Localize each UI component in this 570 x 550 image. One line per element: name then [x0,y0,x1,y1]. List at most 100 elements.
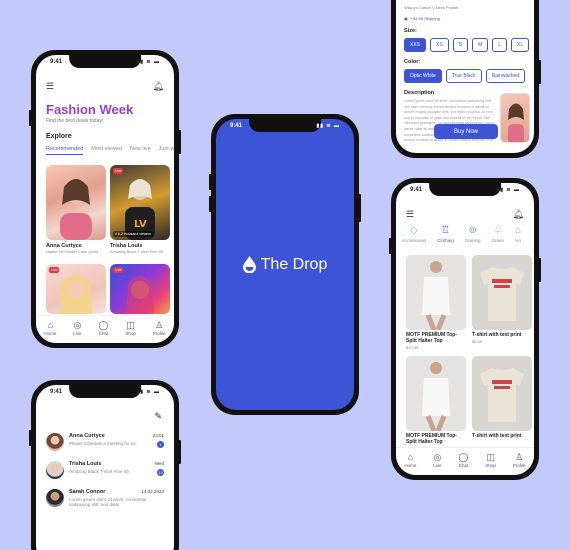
live-icon: ◎ [433,452,442,462]
stream-grid: Anna Curtyce Nadier NH Wallet Case (pink… [46,165,170,314]
category-label: Green [491,238,505,243]
stream-card[interactable]: LV Live 4 6,2 thousand viewers Trisha Lo… [110,165,170,254]
product-card[interactable]: MOTF PREMIUM Top-Split Halter Top [406,356,466,445]
buy-now-button[interactable]: Buy Now [434,124,498,139]
product-image [472,356,532,431]
fashion-screen: 9:41 ▮▮ ≋ ▬ ☰ 🔔︎ Fashion Week Find the b… [36,55,174,343]
tab-recommended[interactable]: Recommended [46,146,84,155]
category-green[interactable]: ♧ Green [492,225,505,243]
product-subtitle: Wilcuyo Cotton V-Neck Pocket [404,5,459,10]
splash-screen: 9:41 ▮▮ ≋ ▬ The Drop [216,119,354,410]
message-time: Wed [154,461,164,466]
nav-home[interactable]: ⌂ Home [44,320,56,343]
volume-button [209,174,212,190]
category-home[interactable]: ⌂ Ho [515,225,521,243]
message-preview: Amazing Black T-shirt Fine 59 [69,469,129,474]
status-bar: 9:41 ▮▮ ≋ ▬ [216,123,354,133]
stream-thumbnail [46,165,106,240]
message-item[interactable]: Trisha Louis Wed Amazing Black T-shirt Fi… [46,461,164,479]
profile-icon: ♙ [515,452,524,462]
message-item[interactable]: Sarah Connor 14.02.2023 Lorem ipsum dolor… [46,489,164,507]
nav-live[interactable]: ◎ Live [433,452,441,475]
nav-label: Home [404,463,417,468]
size-option[interactable]: XL [510,38,530,52]
shipping-text: +$4.99 Shipping [410,16,440,21]
size-options: XXS XS S M L XL [404,38,530,52]
message-preview: Please schedule a meeting for us. [69,441,137,446]
product-name: T-shirt with text print [472,433,522,439]
phone-fashion-week: 9:41 ▮▮ ≋ ▬ ☰ 🔔︎ Fashion Week Find the b… [29,50,181,348]
stream-card[interactable]: Live [110,264,170,314]
size-option[interactable]: S [452,38,469,52]
house-icon: ⌂ [515,225,522,236]
nav-home[interactable]: ⌂ Home [404,452,416,475]
drop-icon [242,256,256,273]
stream-card[interactable]: Live [46,264,106,314]
power-button [538,60,541,84]
volume-button [29,430,32,446]
nav-profile[interactable]: ♙ Profile [513,452,526,475]
size-option[interactable]: XS [430,38,449,52]
nav-shop[interactable]: ◫ Shop [125,320,136,343]
nav-chat[interactable]: ◯ Chat [98,320,108,343]
volume-button [389,238,392,254]
status-time: 9:41 [230,123,243,129]
stream-thumbnail: Live [46,264,106,314]
status-time: 9:41 [50,59,63,65]
color-option[interactable]: Optic White [404,69,442,83]
filter-icon[interactable]: ☰ [406,209,414,220]
power-button [538,258,541,282]
bell-icon[interactable]: 🔔︎ [153,81,164,92]
product-image [406,255,466,330]
top-bar: ☰ 🔔︎ [46,81,164,92]
color-options: Optic White True Black Rainwashed [404,69,526,83]
message-item[interactable]: Anna Curtyce 23:01 Please schedule a meet… [46,433,164,451]
status-icons: ▮▮ ≋ ▬ [136,59,160,65]
category-gaming[interactable]: ⊚ Gaming [465,225,481,243]
product-price: $5.99 [472,339,483,344]
product-image [406,356,466,431]
message-time: 14.02.2023 [141,489,164,494]
product-card[interactable]: T-shirt with text print [472,356,532,445]
product-name: MOTF PREMIUM Top-Split Halter Top [406,332,458,344]
avatar [46,433,64,451]
color-option[interactable]: Rainwashed [485,69,526,83]
volume-button [29,110,32,126]
bell-icon[interactable]: 🔔︎ [513,209,524,220]
category-accessories[interactable]: ◇ Accessories [402,225,426,243]
nav-label: Profile [512,463,526,468]
product-card[interactable]: MOTF PREMIUM Top-Split Halter Top $10.99 [406,255,466,350]
brand-name: The Drop [260,255,328,273]
size-option[interactable]: L [492,38,507,52]
power-button [178,130,181,154]
stream-card[interactable]: Anna Curtyce Nadier NH Wallet Case (pink… [46,165,106,254]
nav-live[interactable]: ◎ Live [73,320,81,343]
size-option[interactable]: XXS [404,38,427,52]
home-icon: ⌂ [47,320,54,330]
product-card[interactable]: T-shirt with text print $5.99 [472,255,532,350]
tab-new-live[interactable]: New live [130,146,151,155]
compose-icon[interactable]: ✎ [154,411,162,422]
color-option[interactable]: True Black [445,69,482,83]
nav-profile[interactable]: ♙ Profile [153,320,166,343]
power-button [358,194,361,222]
bottom-navigation: ⌂ Home ◎ Live ◯ Chat ◫ Shop ♙ Profile [36,315,174,343]
nav-chat[interactable]: ◯ Chat [458,452,468,475]
nav-label: Home [44,331,57,336]
tab-most-viewed[interactable]: Most viewed [91,146,122,155]
profile-icon: ♙ [155,320,164,330]
home-icon: ⌂ [407,452,414,462]
live-badge: Live [49,267,60,273]
shipping-info: ▣ +$4.99 Shipping [404,16,526,21]
category-clothing[interactable]: ♖ Clothing [437,225,454,243]
tab-just[interactable]: Just w [159,146,174,155]
nav-shop[interactable]: ◫ Shop [485,452,496,475]
live-stream-preview[interactable] [500,93,530,143]
product-name: MOTF PREMIUM Top-Split Halter Top [406,433,458,445]
status-icons: ▮▮ ≋ ▬ [496,187,520,193]
stream-description: Nadier NH Wallet Case (pink) [46,249,99,254]
bag-icon: ◫ [486,452,495,462]
sender-name: Trisha Louis [69,461,102,467]
filter-icon[interactable]: ☰ [46,81,54,92]
size-option[interactable]: M [472,38,489,52]
